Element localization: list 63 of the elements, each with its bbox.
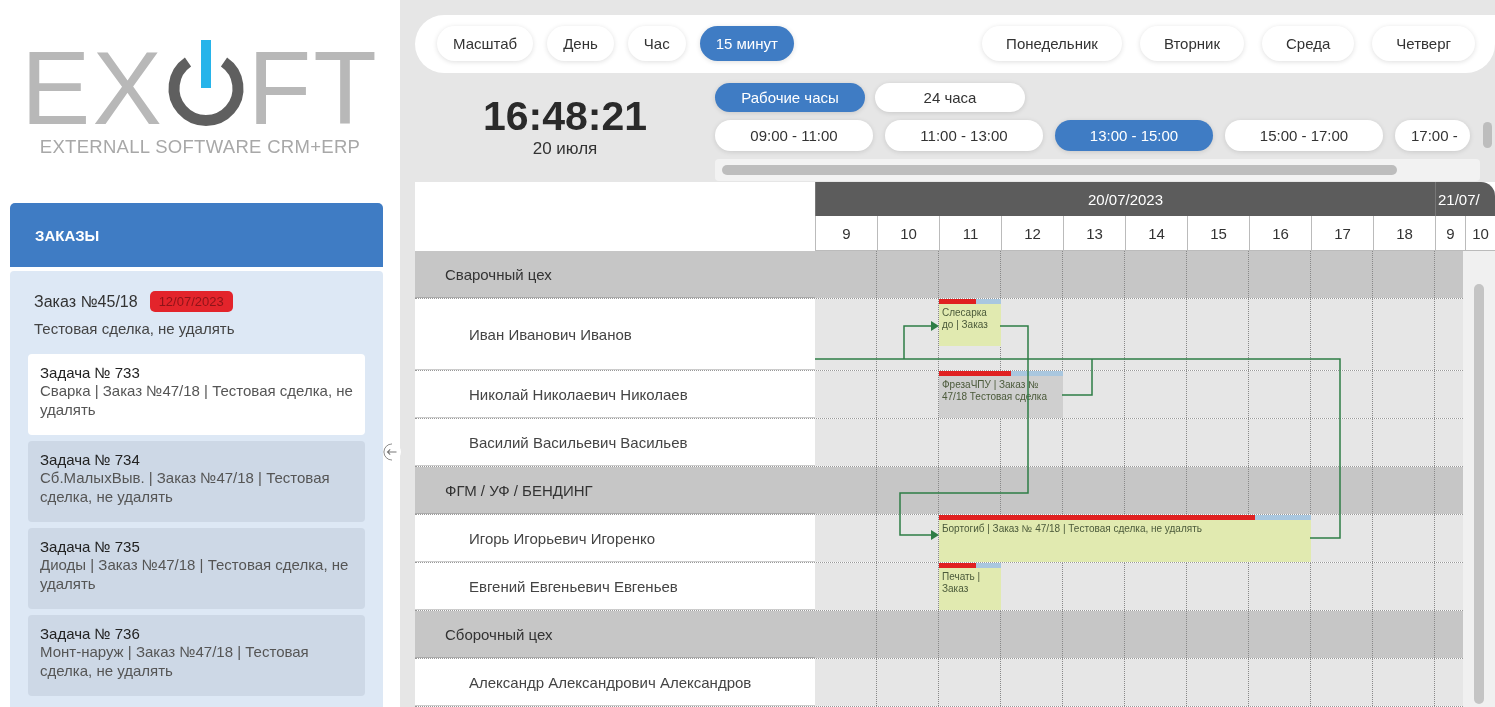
hour-header: 11 — [939, 216, 1001, 250]
hour-header: 18 — [1373, 216, 1435, 250]
hour-header: 10 — [1465, 216, 1495, 250]
time-slot-tab[interactable]: 13:00 - 15:00 — [1055, 119, 1213, 151]
hour-header: 15 — [1187, 216, 1249, 250]
orders-header: ЗАКАЗЫ — [10, 203, 383, 267]
order-description: Тестовая сделка, не удалять — [34, 320, 236, 337]
scrollbar-thumb[interactable] — [1483, 122, 1492, 149]
scrollbar-thumb[interactable] — [1474, 284, 1484, 704]
date-badge: 12/07/2023 — [149, 291, 233, 312]
time-slot-tab[interactable]: 09:00 - 11:00 — [715, 119, 873, 151]
task-title: Задача № 735 — [40, 538, 141, 555]
group-name: Сварочный цех — [415, 251, 815, 298]
day-tab[interactable]: Четверг — [1372, 26, 1475, 62]
hour-header: 10 — [877, 216, 939, 250]
hour-header: 14 — [1125, 216, 1187, 250]
scale-tab[interactable]: Час — [627, 26, 686, 62]
task-description: Диоды | Заказ №47/18 | Тестовая сделка, не удалять — [40, 555, 350, 593]
logo-tagline: EXTERNALL SOFTWARE CRM+ERP — [39, 136, 361, 158]
task-card[interactable]: Задача № 735 Диоды | Заказ №47/18 | Тестовая сделка, не удалять — [28, 528, 365, 609]
hour-header: 9 — [815, 216, 877, 250]
time-slot-tab[interactable]: 15:00 - 17:00 — [1225, 119, 1383, 151]
task-bar[interactable]: Печать | Заказ — [939, 563, 1001, 610]
clock-date: 20 июля — [532, 138, 598, 159]
day-tab[interactable]: Вторник — [1139, 26, 1245, 62]
task-bar-label: Бортогиб | Заказ № 47/18 | Тестовая сделка, не удалять — [941, 522, 1203, 535]
task-card[interactable]: Задача № 736 Монт-наруж | Заказ №47/18 | Тестовая сделка, не удалять — [28, 615, 365, 696]
task-description: Сварка | Заказ №47/18 | Тестовая сделка, не удалять — [40, 381, 353, 419]
task-bar[interactable]: Слесарка до | Заказ — [939, 299, 1001, 346]
hours-mode-tab[interactable]: 24 часа — [875, 82, 1025, 112]
date-header: 21/07/ — [1435, 182, 1495, 216]
hour-header: 13 — [1063, 216, 1125, 250]
hour-header: 17 — [1311, 216, 1373, 250]
task-title: Задача № 733 — [40, 364, 141, 381]
time-slot-tab[interactable]: 17:00 - — [1395, 119, 1470, 151]
logo-letters: EX — [21, 46, 164, 130]
hours-mode-tab[interactable]: Рабочие часы — [715, 82, 865, 112]
order-number[interactable]: Заказ №45/18 — [34, 292, 138, 311]
task-bar-label: Печать | Заказ — [941, 570, 982, 595]
scrollbar-thumb[interactable] — [722, 164, 1397, 175]
task-description: Сб.МалыхВыв. | Заказ №47/18 | Тестовая сделка, не удалять — [40, 468, 331, 506]
task-bar[interactable]: Бортогиб | Заказ № 47/18 | Тестовая сделка, не удалять — [939, 515, 1311, 562]
group-name: ФГМ / УФ / БЕНДИНГ — [415, 467, 815, 514]
hour-header: 16 — [1249, 216, 1311, 250]
time-slot-tab[interactable]: 11:00 - 13:00 — [885, 119, 1043, 151]
task-title: Задача № 736 — [40, 625, 141, 642]
task-card[interactable]: Задача № 733 Сварка | Заказ №47/18 | Тестовая сделка, не удалять — [28, 354, 365, 435]
scale-tab[interactable]: Масштаб — [437, 26, 534, 62]
task-card[interactable]: Задача № 734 Сб.МалыхВыв. | Заказ №47/18 | Тестовая сделка, не удалять — [28, 441, 365, 522]
scale-tab[interactable]: 15 минут — [699, 26, 794, 62]
task-description: Монт-наруж | Заказ №47/18 | Тестовая сделка, не удалять — [40, 642, 310, 680]
clock-time: 16:48:21 — [482, 92, 648, 139]
date-header: 20/07/2023 — [815, 182, 1435, 216]
day-tab[interactable]: Понедельник — [982, 26, 1122, 62]
group-name: Сборочный цех — [415, 611, 815, 658]
hour-header: 9 — [1435, 216, 1465, 250]
day-tab[interactable]: Среда — [1262, 26, 1355, 62]
task-title: Задача № 734 — [40, 451, 141, 468]
hour-header: 12 — [1001, 216, 1063, 250]
scale-tab[interactable]: День — [547, 26, 614, 62]
logo-letters: FT — [247, 46, 379, 130]
dependency-line — [1061, 358, 1093, 396]
task-bar-label: Слесарка до | Заказ — [941, 306, 989, 331]
